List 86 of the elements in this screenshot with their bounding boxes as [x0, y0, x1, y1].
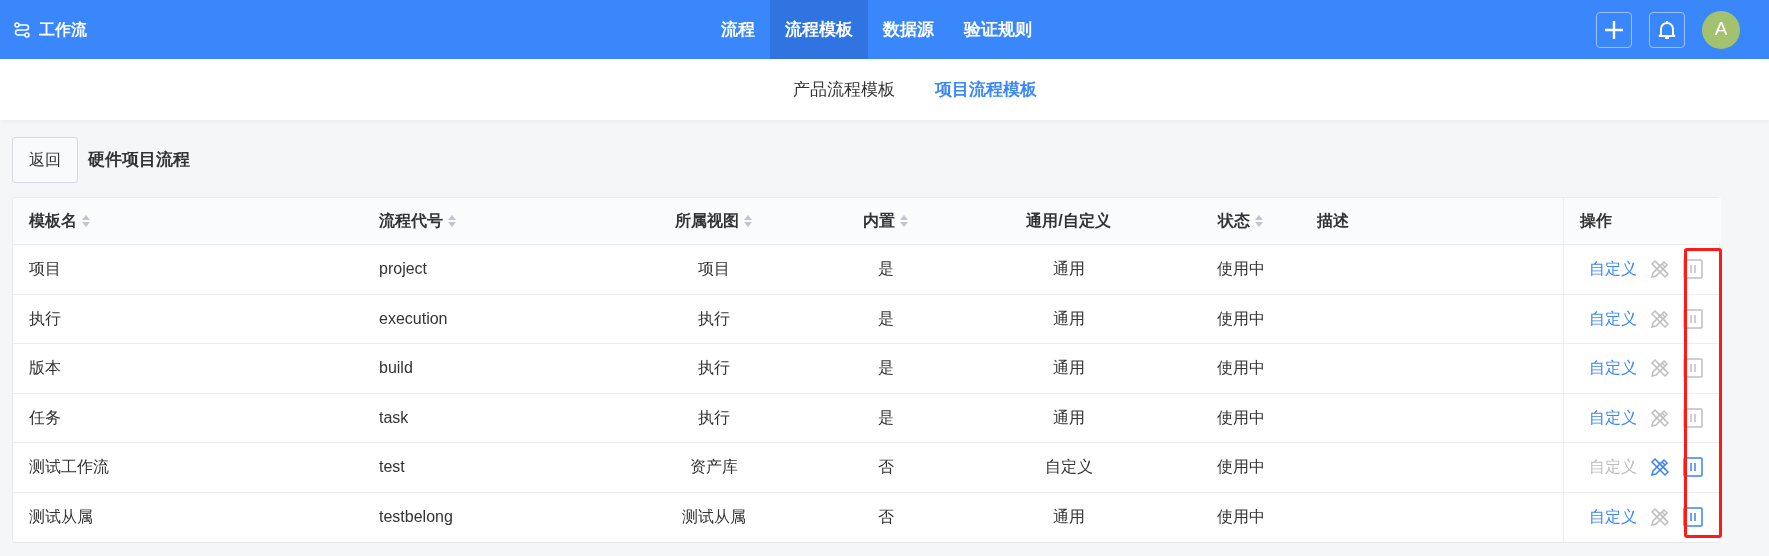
customize-link[interactable]: 自定义 [1589, 257, 1637, 282]
table-cell-text: 项目 [29, 259, 61, 280]
column-header: 流程代号 [379, 211, 443, 231]
sort-icon[interactable] [899, 214, 909, 228]
table-cell-text: 通用 [1052, 358, 1085, 379]
header-cell[interactable]: 状态 [1181, 198, 1301, 244]
table-cell-text: 否 [878, 507, 894, 528]
page-title: 硬件项目流程 [88, 149, 190, 172]
table-cell-text: 否 [878, 457, 894, 478]
workflow-icon [14, 21, 30, 38]
pause-icon[interactable] [1683, 457, 1703, 478]
table-cell-text: 是 [878, 407, 894, 428]
table-cell-text: execution [379, 308, 448, 329]
table-cell-text: 版本 [29, 358, 61, 379]
pause-icon[interactable] [1683, 507, 1703, 528]
table-cell-text: 执行 [697, 308, 730, 329]
table-cell-text: 使用中 [1217, 457, 1265, 478]
pause-icon[interactable] [1683, 259, 1703, 280]
table-cell-text: 测试工作流 [29, 457, 109, 478]
table-cell-text: 使用中 [1217, 358, 1265, 379]
table-cell-text: project [379, 259, 428, 280]
pause-icon[interactable] [1683, 308, 1703, 329]
ruler-pencil-icon[interactable] [1649, 456, 1671, 479]
ruler-pencil-icon[interactable] [1649, 406, 1671, 429]
table-cell-text: 是 [878, 308, 894, 329]
pause-icon[interactable] [1683, 358, 1703, 379]
ruler-pencil-icon[interactable] [1649, 506, 1671, 529]
customize-link[interactable]: 自定义 [1589, 505, 1637, 530]
bell-icon [1658, 19, 1676, 40]
notification-button[interactable] [1649, 11, 1685, 48]
nav-tab[interactable]: 流程模板 [770, 0, 868, 59]
customize-link[interactable]: 自定义 [1589, 306, 1637, 331]
column-header: 通用/自定义 [1026, 211, 1111, 231]
header-cell[interactable]: 所属视图 [611, 198, 816, 244]
table-cell-text: 项目 [697, 259, 730, 280]
back-button[interactable]: 返回 [12, 137, 78, 183]
sort-icon[interactable] [1254, 214, 1264, 228]
nav-tab[interactable]: 流程 [706, 0, 770, 59]
customize-link[interactable]: 自定义 [1589, 356, 1637, 381]
pause-icon[interactable] [1683, 407, 1703, 428]
plus-icon [1604, 19, 1624, 40]
sort-icon[interactable] [81, 214, 91, 228]
table-cell-text: 执行 [29, 308, 61, 329]
table-cell-text: 是 [878, 358, 894, 379]
sub-tab[interactable]: 项目流程模板 [934, 76, 1037, 103]
header-cell[interactable]: 内置 [816, 198, 956, 244]
table-cell-text: 通用 [1052, 308, 1085, 329]
table-cell-text: 测试从属 [681, 507, 746, 528]
ruler-pencil-icon[interactable] [1649, 307, 1671, 330]
table-cell-text: 使用中 [1217, 507, 1265, 528]
table-cell-text: 通用 [1052, 507, 1085, 528]
table-cell-text: test [379, 457, 405, 478]
column-header: 内置 [863, 211, 895, 231]
app-title: 工作流 [39, 19, 87, 40]
table-cell-text: 自定义 [1044, 457, 1093, 478]
table-cell-text: 执行 [697, 358, 730, 379]
table-cell-text: 是 [878, 259, 894, 280]
sort-icon[interactable] [742, 214, 753, 228]
nav-tab[interactable]: 验证规则 [949, 0, 1047, 59]
ruler-pencil-icon[interactable] [1649, 357, 1671, 380]
table-cell-text: 使用中 [1217, 259, 1265, 280]
table-cell-text: testbelong [379, 507, 453, 528]
sub-tab[interactable]: 产品流程模板 [792, 76, 895, 103]
column-header: 模板名 [29, 211, 77, 231]
table-cell-text: 通用 [1052, 259, 1085, 280]
table-cell-text: 使用中 [1217, 407, 1265, 428]
ruler-pencil-icon[interactable] [1649, 258, 1671, 281]
add-button[interactable] [1596, 11, 1632, 48]
user-avatar[interactable]: A [1702, 10, 1740, 49]
table-cell-text: 测试从属 [29, 507, 93, 528]
column-header: 状态 [1218, 211, 1250, 231]
column-header: 操作 [1580, 211, 1612, 231]
table-cell-text: 任务 [29, 407, 61, 428]
column-header: 所属视图 [674, 211, 739, 231]
table-cell-text: task [379, 407, 409, 428]
table-cell-text: build [379, 358, 413, 379]
nav-tab[interactable]: 数据源 [868, 0, 949, 59]
sort-icon[interactable] [447, 214, 457, 228]
table-cell-text: 使用中 [1217, 308, 1265, 329]
header-cell[interactable]: 流程代号 [363, 198, 611, 244]
column-header: 描述 [1317, 211, 1349, 231]
customize-link[interactable]: 自定义 [1589, 405, 1637, 430]
table-cell-text: 通用 [1052, 407, 1085, 428]
table-cell-text: 资产库 [689, 457, 738, 478]
header-cell[interactable]: 模板名 [13, 198, 363, 244]
table-cell-text: 执行 [697, 407, 730, 428]
